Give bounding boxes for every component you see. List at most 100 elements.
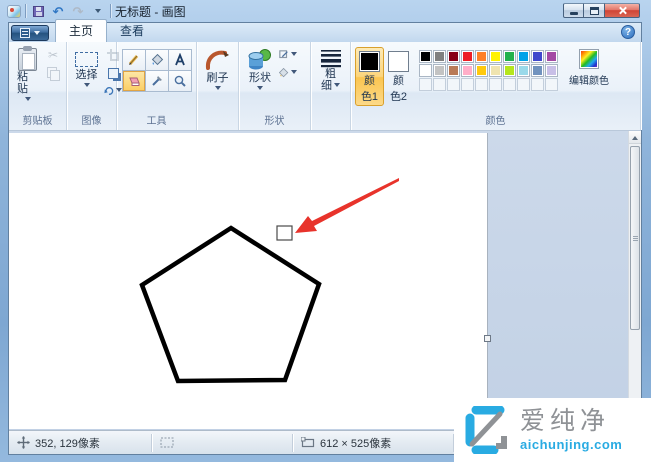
- size-button[interactable]: 粗 细: [316, 46, 346, 94]
- pencil-tool[interactable]: [122, 50, 145, 70]
- group-label-tools: 工具: [146, 116, 167, 127]
- palette-swatch-empty[interactable]: [545, 78, 558, 91]
- minimize-icon: [569, 12, 578, 15]
- paint-window: { "titlebar": { "title": "无标题 - 画图", "gl…: [0, 0, 651, 462]
- shapes-button[interactable]: 形状: [243, 46, 277, 95]
- redo-icon: ↷: [72, 3, 84, 19]
- maximize-button[interactable]: [584, 3, 605, 18]
- palette-swatch[interactable]: [475, 50, 488, 63]
- palette-swatch[interactable]: [545, 50, 558, 63]
- palette-swatch-empty[interactable]: [531, 78, 544, 91]
- palette-swatch-empty[interactable]: [517, 78, 530, 91]
- scrollbar-thumb[interactable]: [630, 146, 640, 330]
- save-button[interactable]: [30, 4, 46, 19]
- palette-swatch[interactable]: [503, 64, 516, 77]
- crop-button[interactable]: [104, 47, 122, 63]
- color2-swatch: [388, 51, 409, 72]
- minimize-button[interactable]: [563, 3, 584, 18]
- color-picker-tool[interactable]: [145, 71, 168, 91]
- palette-swatch[interactable]: [531, 64, 544, 77]
- pencil-icon: [128, 55, 138, 65]
- help-button[interactable]: ?: [621, 25, 635, 39]
- watermark-domain: aichunjing.com: [520, 437, 623, 452]
- palette-swatch[interactable]: [475, 64, 488, 77]
- copy-button[interactable]: [44, 65, 62, 81]
- palette-swatch-empty[interactable]: [489, 78, 502, 91]
- chevron-down-icon: [34, 31, 40, 38]
- palette-swatch-empty[interactable]: [419, 78, 432, 91]
- image-size-icon: [301, 437, 315, 448]
- image-size-value: 612 × 525像素: [320, 437, 392, 450]
- text-tool[interactable]: [168, 50, 191, 70]
- chevron-down-icon: [24, 97, 31, 104]
- tab-home[interactable]: 主页: [55, 19, 108, 42]
- text-icon: [174, 53, 185, 66]
- selection-size-section: [152, 431, 292, 454]
- chevron-down-icon: [257, 86, 263, 93]
- group-label-image: 图像: [81, 116, 102, 127]
- shape-fill-button[interactable]: [279, 65, 297, 81]
- group-brushes: 刷子: [197, 42, 239, 130]
- shape-outline-button[interactable]: [279, 47, 297, 63]
- palette-swatch-empty[interactable]: [461, 78, 474, 91]
- brushes-button[interactable]: 刷子: [201, 46, 235, 95]
- palette-swatch[interactable]: [419, 50, 432, 63]
- work-area: [9, 131, 641, 430]
- undo-button[interactable]: ↶: [50, 4, 66, 19]
- cut-button[interactable]: ✂: [44, 47, 62, 63]
- drawing-canvas[interactable]: [9, 133, 488, 429]
- palette-swatch-empty[interactable]: [433, 78, 446, 91]
- tab-view[interactable]: 查看: [107, 20, 157, 42]
- palette-swatch[interactable]: [503, 50, 516, 63]
- scroll-up-button[interactable]: [629, 131, 641, 144]
- palette-swatch[interactable]: [447, 64, 460, 77]
- group-label-colors: 颜色: [485, 116, 506, 127]
- paint-app-icon[interactable]: [7, 4, 21, 18]
- chevron-down-icon: [95, 9, 101, 16]
- crosshair-icon: [17, 436, 30, 449]
- chevron-down-icon: [291, 51, 297, 59]
- fill-tool[interactable]: [145, 50, 168, 70]
- color2-button[interactable]: 颜 色2: [384, 47, 413, 106]
- window-title: 无标题 - 画图: [115, 4, 186, 19]
- eraser-cursor: [276, 225, 293, 241]
- palette-swatch[interactable]: [489, 64, 502, 77]
- edit-colors-button[interactable]: 编辑颜色: [566, 46, 612, 87]
- line-size-icon: [320, 50, 341, 68]
- close-icon: [618, 6, 627, 15]
- redo-button[interactable]: ↷: [70, 4, 86, 19]
- group-clipboard: 粘贴 ✂ 剪贴板: [9, 42, 67, 130]
- cut-icon: ✂: [47, 48, 59, 62]
- eraser-tool[interactable]: [122, 71, 145, 91]
- palette-swatch[interactable]: [461, 64, 474, 77]
- palette-swatch[interactable]: [489, 50, 502, 63]
- app-menu-button[interactable]: [11, 25, 49, 41]
- palette-swatch-empty[interactable]: [475, 78, 488, 91]
- color1-button[interactable]: 颜 色1: [355, 47, 384, 106]
- palette-swatch[interactable]: [433, 50, 446, 63]
- close-button[interactable]: [605, 3, 640, 18]
- selection-size-icon: [160, 437, 174, 448]
- group-colors: 颜 色1 颜 色2 编辑颜色 颜色: [351, 42, 641, 130]
- palette-swatch[interactable]: [531, 50, 544, 63]
- canvas-resize-handle[interactable]: [484, 335, 491, 342]
- watermark-brand: 爱纯净: [520, 407, 611, 435]
- customize-qat-button[interactable]: [90, 4, 106, 19]
- select-button[interactable]: 选择: [71, 46, 102, 92]
- paste-button[interactable]: 粘贴: [13, 46, 42, 106]
- palette-swatch[interactable]: [545, 64, 558, 77]
- palette-swatch[interactable]: [447, 50, 460, 63]
- group-size: 粗 细: [311, 42, 351, 130]
- palette-swatch[interactable]: [461, 50, 474, 63]
- palette-swatch[interactable]: [433, 64, 446, 77]
- palette-swatch[interactable]: [419, 64, 432, 77]
- palette-swatch-empty[interactable]: [503, 78, 516, 91]
- select-rect-icon: [75, 52, 98, 67]
- chevron-down-icon: [291, 69, 297, 77]
- palette-swatch[interactable]: [517, 50, 530, 63]
- palette-swatch[interactable]: [517, 64, 530, 77]
- palette-swatch-empty[interactable]: [447, 78, 460, 91]
- magnifier-tool[interactable]: [168, 71, 191, 91]
- magnifier-icon: [174, 75, 186, 87]
- vertical-scrollbar[interactable]: [628, 131, 641, 430]
